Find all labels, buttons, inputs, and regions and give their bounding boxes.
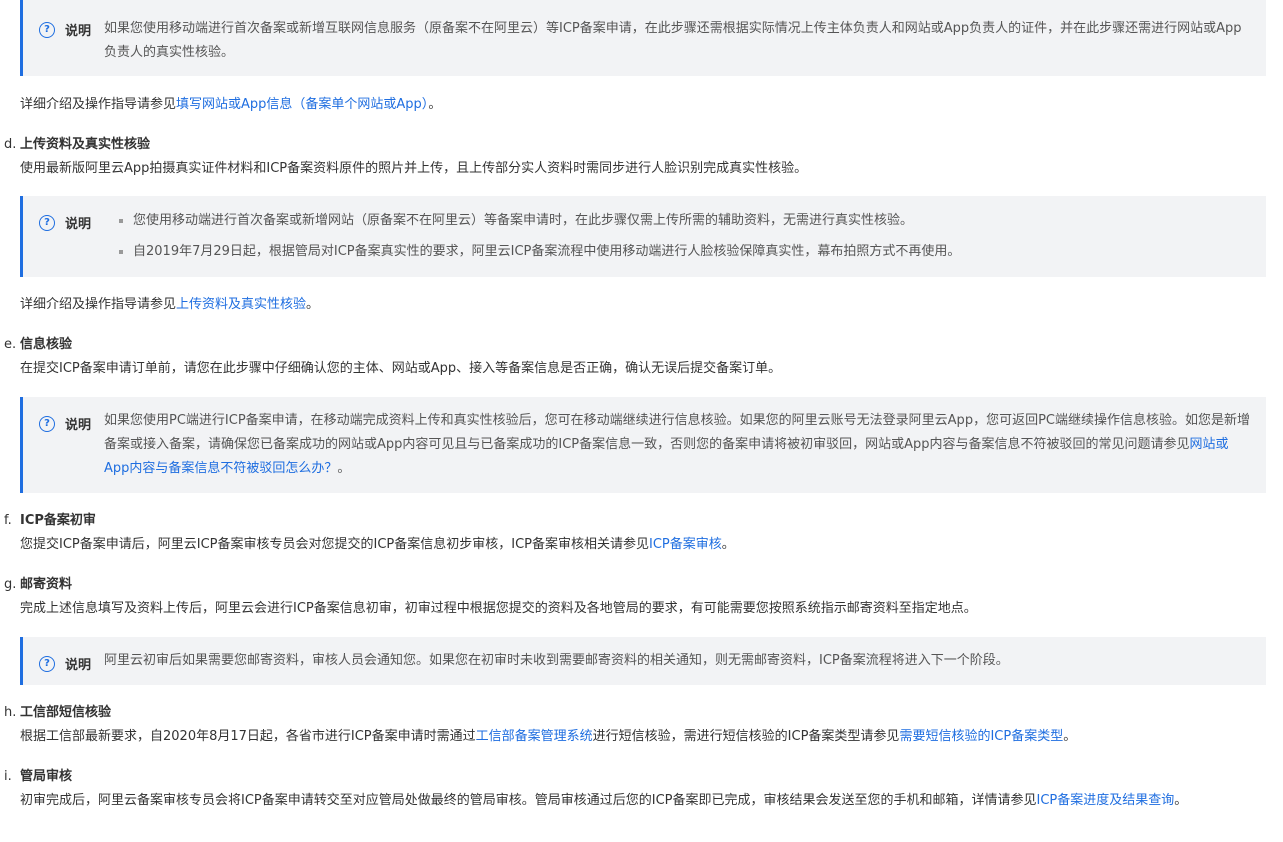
question-circle-icon: ? xyxy=(39,21,55,38)
link-fill-website-info[interactable]: 填写网站或App信息（备案单个网站或App） xyxy=(176,97,428,112)
section-i-title: i. 管局审核 xyxy=(4,769,73,784)
section-h-title: h. 工信部短信核验 xyxy=(4,705,112,720)
note-header: ? 说明 xyxy=(39,414,91,433)
note-box-4: ? 说明 阿里云初审后如果需要您邮寄资料，审核人员会通知您。如果您在初审时未收到… xyxy=(20,637,1266,685)
note-label: 说明 xyxy=(65,24,92,39)
question-circle-icon: ? xyxy=(39,214,55,231)
section-e-title: e. 信息核验 xyxy=(4,337,73,352)
note-header: ? 说明 xyxy=(39,213,91,232)
note-text: 阿里云初审后如果需要您邮寄资料，审核人员会通知您。如果您在初审时未收到需要邮寄资… xyxy=(104,653,1009,668)
reference-line-1: 详细介绍及操作指导请参见填写网站或App信息（备案单个网站或App）。 xyxy=(20,97,442,112)
note-box-1: ? 说明 如果您使用移动端进行首次备案或新增互联网信息服务（原备案不在阿里云）等… xyxy=(20,0,1266,76)
note-box-3: ? 说明 如果您使用PC端进行ICP备案申请，在移动端完成资料上传和真实性核验后… xyxy=(20,397,1266,493)
section-h-desc: 根据工信部最新要求，自2020年8月17日起，各省市进行ICP备案申请时需通过工… xyxy=(20,729,1077,744)
link-progress-query[interactable]: ICP备案进度及结果查询 xyxy=(1037,793,1175,808)
note-label: 说明 xyxy=(65,658,92,673)
section-e-desc: 在提交ICP备案申请订单前，请您在此步骤中仔细确认您的主体、网站或App、接入等… xyxy=(20,361,782,376)
question-circle-icon: ? xyxy=(39,415,55,432)
note-box-2: ? 说明 您使用移动端进行首次备案或新增网站（原备案不在阿里云）等备案申请时，在… xyxy=(20,196,1266,277)
note-text: 如果您使用移动端进行首次备案或新增互联网信息服务（原备案不在阿里云）等ICP备案… xyxy=(104,21,1242,60)
note-label: 说明 xyxy=(65,217,92,232)
note-text: 如果您使用PC端进行ICP备案申请，在移动端完成资料上传和真实性核验后，您可在移… xyxy=(104,413,1250,476)
section-g-desc: 完成上述信息填写及资料上传后，阿里云会进行ICP备案信息初审，初审过程中根据您提… xyxy=(20,601,977,616)
link-icp-review[interactable]: ICP备案审核 xyxy=(649,537,722,552)
reference-line-2: 详细介绍及操作指导请参见上传资料及真实性核验。 xyxy=(20,297,320,312)
note-list: 您使用移动端进行首次备案或新增网站（原备案不在阿里云）等备案申请时，在此步骤仅需… xyxy=(119,209,1252,271)
section-i-desc: 初审完成后，阿里云备案审核专员会将ICP备案申请转交至对应管局处做最终的管局审核… xyxy=(20,793,1188,808)
link-miit-system[interactable]: 工信部备案管理系统 xyxy=(476,729,593,744)
section-f-title: f. ICP备案初审 xyxy=(4,513,96,528)
link-upload-verification[interactable]: 上传资料及真实性核验 xyxy=(176,297,306,312)
section-g-title: g. 邮寄资料 xyxy=(4,577,73,592)
note-header: ? 说明 xyxy=(39,654,91,673)
note-header: ? 说明 xyxy=(39,20,91,39)
note-list-item: 自2019年7月29日起，根据管局对ICP备案真实性的要求，阿里云ICP备案流程… xyxy=(119,240,1252,264)
question-circle-icon: ? xyxy=(39,655,55,672)
section-d-desc: 使用最新版阿里云App拍摄真实证件材料和ICP备案资料原件的照片并上传，且上传部… xyxy=(20,161,808,176)
note-label: 说明 xyxy=(65,418,92,433)
section-d-title: d. 上传资料及真实性核验 xyxy=(4,137,151,152)
note-list-item: 您使用移动端进行首次备案或新增网站（原备案不在阿里云）等备案申请时，在此步骤仅需… xyxy=(119,209,1252,233)
link-sms-types[interactable]: 需要短信核验的ICP备案类型 xyxy=(899,729,1063,744)
section-f-desc: 您提交ICP备案申请后，阿里云ICP备案审核专员会对您提交的ICP备案信息初步审… xyxy=(20,537,735,552)
